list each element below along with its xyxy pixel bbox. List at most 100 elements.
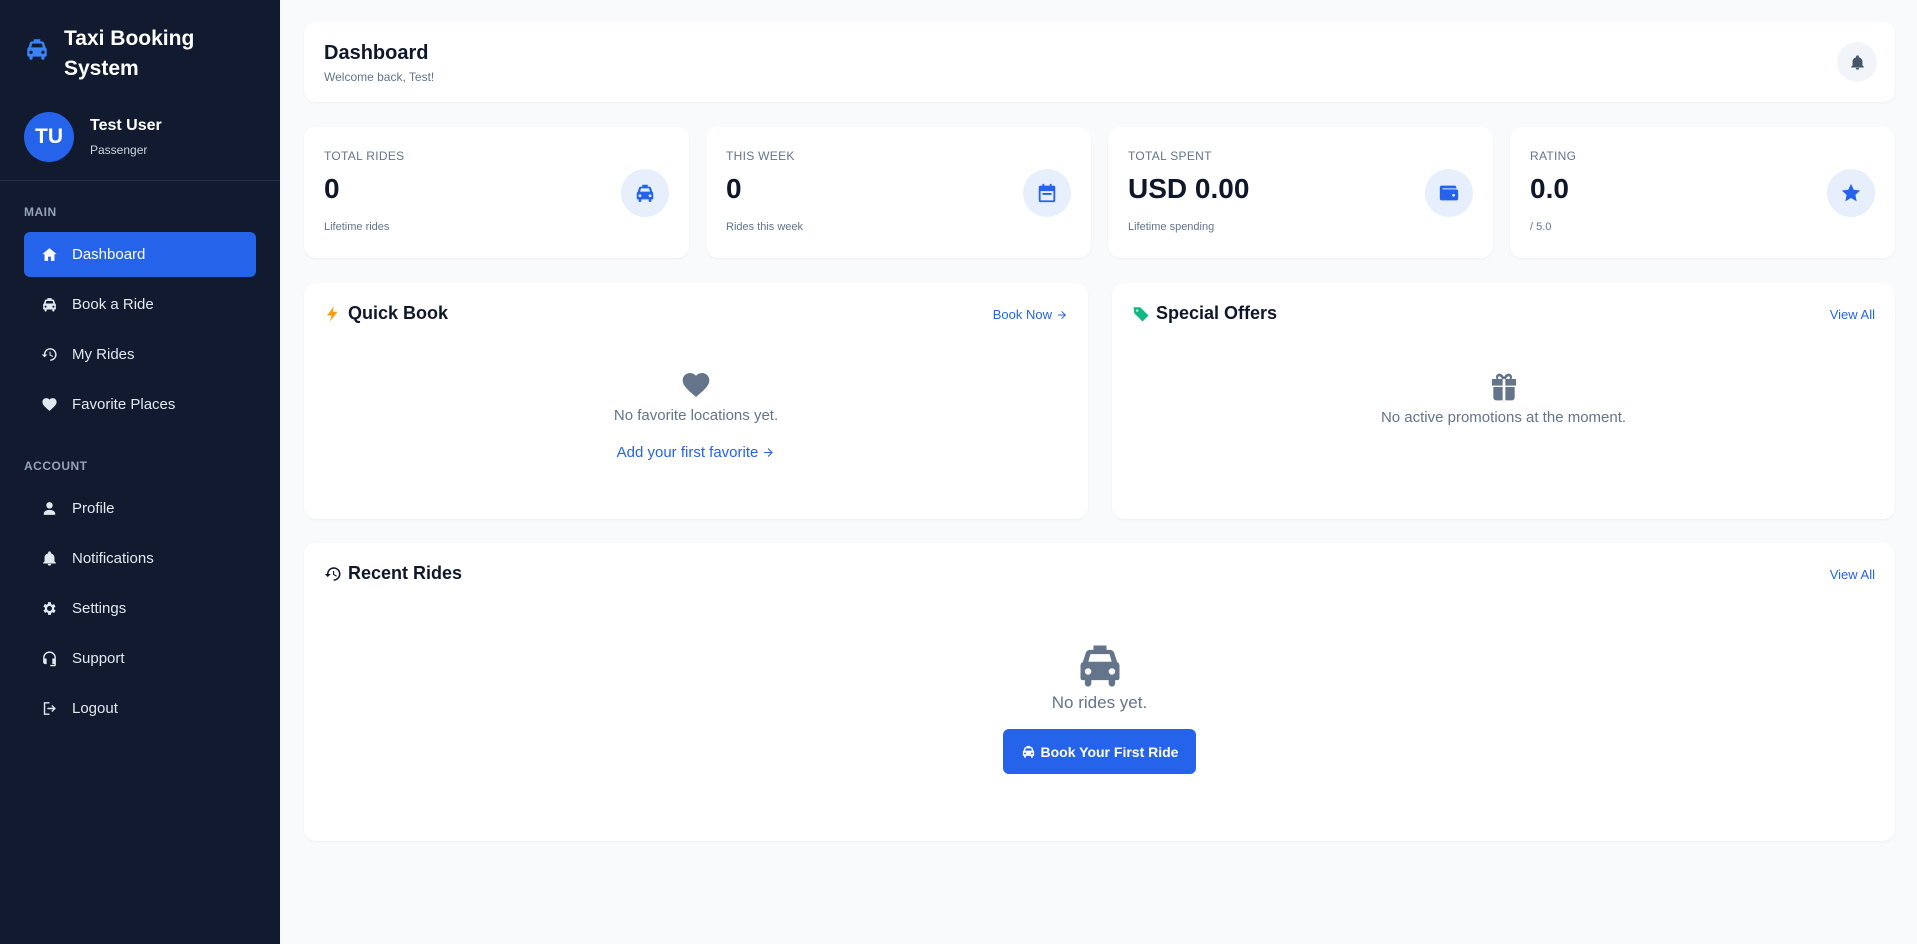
tag-icon xyxy=(1133,306,1149,321)
book-now-link[interactable]: Book Now xyxy=(993,307,1068,322)
gift-icon xyxy=(1112,371,1895,403)
empty-text: No active promotions at the moment. xyxy=(1380,409,1627,426)
sidebar-item-label: Favorite Places xyxy=(72,396,176,413)
sidebar-item-favorite-places[interactable]: Favorite Places xyxy=(24,382,256,427)
stat-value: 0.0 xyxy=(1530,173,1569,204)
section-label-account: ACCOUNT xyxy=(24,459,88,473)
arrow-right-icon xyxy=(764,448,774,457)
special-offers-panel: Special Offers View All No active promot… xyxy=(1112,283,1895,519)
bell-icon xyxy=(40,550,58,568)
taxi-icon xyxy=(636,184,654,203)
sidebar-item-book-ride[interactable]: Book a Ride xyxy=(24,282,256,327)
headset-icon xyxy=(40,650,58,668)
panel-title-text: Special Offers xyxy=(1156,303,1278,323)
stat-card-total-spent: TOTAL SPENT USD 0.00 Lifetime spending xyxy=(1108,127,1493,258)
stat-icon-badge xyxy=(621,169,669,217)
link-label: Book Now xyxy=(992,307,1052,322)
stat-card-rating: RATING 0.0 / 5.0 xyxy=(1510,127,1895,258)
view-all-offers-link[interactable]: View All xyxy=(1830,307,1875,322)
wallet-icon xyxy=(1439,185,1459,201)
sidebar-item-label: My Rides xyxy=(72,346,135,363)
sidebar: Taxi Booking System TU Test User Passeng… xyxy=(0,0,280,944)
page-title: Dashboard xyxy=(324,42,429,64)
empty-state: No active promotions at the moment. xyxy=(1112,371,1895,426)
bell-icon xyxy=(1850,54,1864,70)
add-favorite-link[interactable]: Add your first favorite xyxy=(617,444,776,461)
history-icon xyxy=(324,566,341,581)
heart-icon xyxy=(40,396,58,414)
panel-title: Special Offers xyxy=(1132,303,1277,324)
taxi-icon xyxy=(27,39,47,60)
link-label: Add your first favorite xyxy=(616,444,759,461)
stat-icon-badge xyxy=(1425,169,1473,217)
car-icon xyxy=(40,296,58,314)
car-icon xyxy=(1022,745,1034,758)
quick-book-panel: Quick Book Book Now No favorite location… xyxy=(304,283,1088,519)
empty-text: No favorite locations yet. xyxy=(613,407,779,424)
arrow-right-icon xyxy=(1058,310,1066,319)
user-icon xyxy=(40,500,58,518)
heart-icon xyxy=(304,369,1088,401)
stat-card-this-week: THIS WEEK 0 Rides this week xyxy=(706,127,1091,258)
panel-title: Recent Rides xyxy=(324,563,462,584)
sidebar-divider xyxy=(0,180,280,181)
user-name: Test User xyxy=(90,117,162,134)
sidebar-item-notifications[interactable]: Notifications xyxy=(24,536,256,581)
user-profile: TU Test User Passenger xyxy=(0,96,280,178)
sidebar-item-label: Book a Ride xyxy=(72,296,154,313)
link-label: View All xyxy=(1829,307,1875,322)
home-icon xyxy=(40,246,58,264)
empty-text: No rides yet. xyxy=(1051,693,1148,712)
calendar-icon xyxy=(1038,183,1056,203)
sidebar-item-support[interactable]: Support xyxy=(24,636,256,681)
notifications-button[interactable] xyxy=(1837,42,1877,82)
page-subtitle: Welcome back, Test! xyxy=(324,70,435,84)
history-icon xyxy=(40,346,58,364)
sidebar-item-label: Dashboard xyxy=(72,246,146,263)
stat-label: TOTAL RIDES xyxy=(324,149,405,163)
panel-title-text: Quick Book xyxy=(348,303,449,323)
logout-icon xyxy=(40,700,58,718)
stat-value: 0 xyxy=(726,173,742,204)
stat-label: RATING xyxy=(1530,149,1577,163)
sidebar-item-profile[interactable]: Profile xyxy=(24,486,256,531)
sidebar-item-label: Logout xyxy=(72,700,118,717)
empty-state: No favorite locations yet. Add your firs… xyxy=(304,369,1088,462)
sidebar-item-label: Notifications xyxy=(72,550,154,567)
stat-subtext: / 5.0 xyxy=(1530,221,1552,233)
stat-value: USD 0.00 xyxy=(1128,173,1250,204)
panel-title-text: Recent Rides xyxy=(348,563,463,583)
taxi-icon xyxy=(304,639,1895,691)
sidebar-item-logout[interactable]: Logout xyxy=(24,686,256,731)
stat-icon-badge xyxy=(1827,169,1875,217)
empty-state: No rides yet. Book Your First Ride xyxy=(304,639,1895,774)
sidebar-item-dashboard[interactable]: Dashboard xyxy=(24,232,256,277)
stat-subtext: Lifetime spending xyxy=(1128,221,1215,233)
stat-value: 0 xyxy=(324,173,340,204)
sidebar-item-label: Support xyxy=(72,650,125,667)
gear-icon xyxy=(40,600,58,618)
stat-label: THIS WEEK xyxy=(726,149,795,163)
stat-icon-badge xyxy=(1023,169,1071,217)
stat-card-total-rides: TOTAL RIDES 0 Lifetime rides xyxy=(304,127,689,258)
page-header: Dashboard Welcome back, Test! xyxy=(304,22,1895,102)
user-role: Passenger xyxy=(90,143,148,157)
recent-rides-panel: Recent Rides View All No rides yet. Book… xyxy=(304,543,1895,841)
bolt-icon xyxy=(327,306,338,321)
sidebar-item-label: Settings xyxy=(72,600,127,617)
sidebar-item-settings[interactable]: Settings xyxy=(24,586,256,631)
book-first-ride-button[interactable]: Book Your First Ride xyxy=(1002,729,1197,774)
view-all-rides-link[interactable]: View All xyxy=(1830,567,1875,582)
stat-label: TOTAL SPENT xyxy=(1128,149,1212,163)
link-label: View All xyxy=(1829,567,1875,582)
sidebar-item-label: Profile xyxy=(72,500,115,517)
avatar: TU xyxy=(24,112,74,162)
app-title: Taxi Booking System xyxy=(64,27,195,80)
brand[interactable]: Taxi Booking System xyxy=(0,0,280,96)
button-label: Book Your First Ride xyxy=(1040,743,1179,760)
section-label-main: MAIN xyxy=(24,205,57,219)
stat-subtext: Rides this week xyxy=(726,221,804,233)
sidebar-item-my-rides[interactable]: My Rides xyxy=(24,332,256,377)
star-icon xyxy=(1841,183,1861,202)
stat-subtext: Lifetime rides xyxy=(324,221,390,233)
